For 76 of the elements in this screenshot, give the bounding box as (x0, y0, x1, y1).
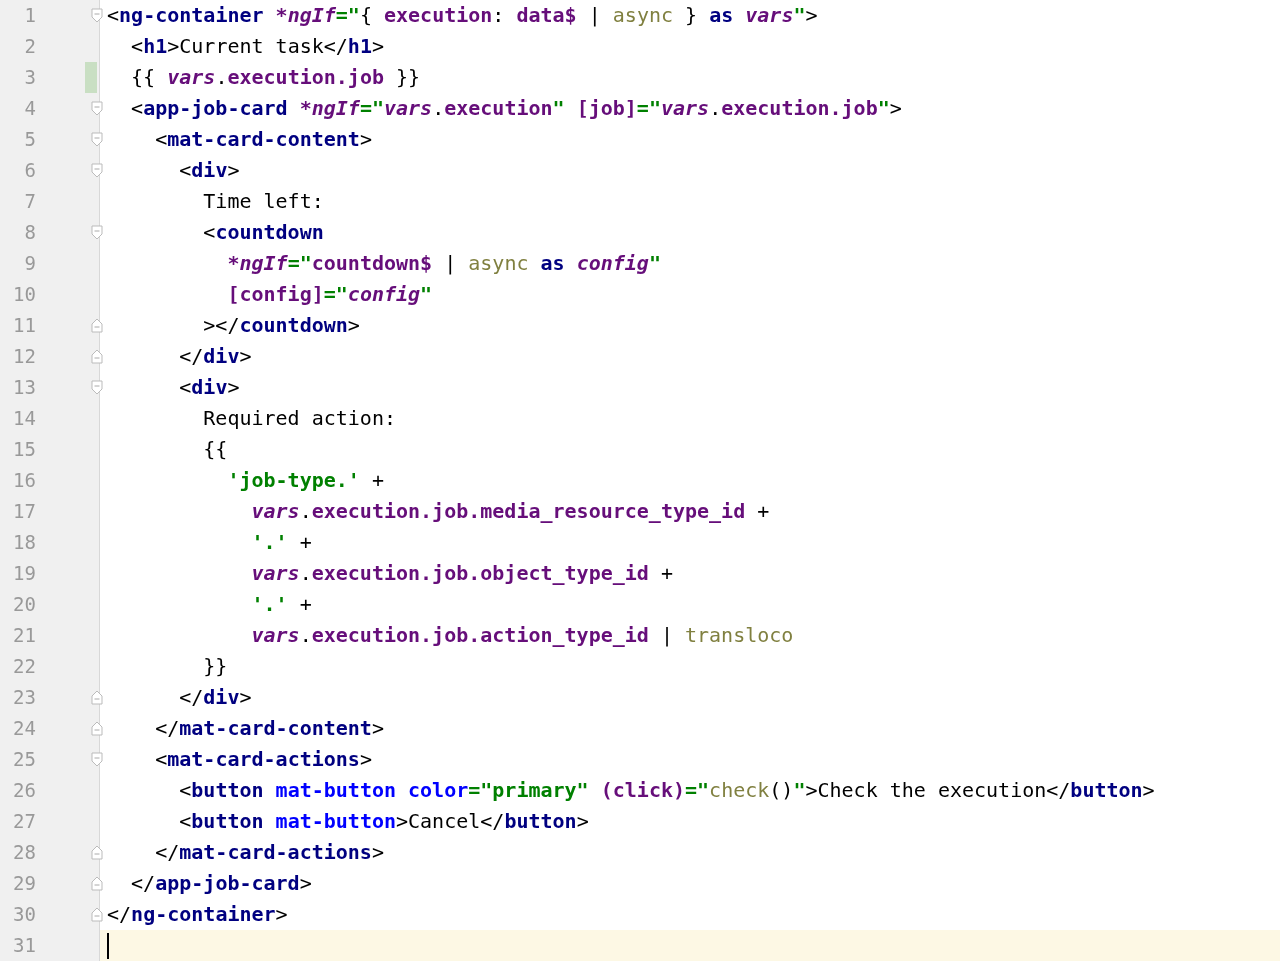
line-number: 28 (12, 840, 36, 865)
line-number: 21 (12, 623, 36, 648)
line-number: 25 (12, 747, 36, 772)
line-number: 19 (12, 561, 36, 586)
fold-marker-icon[interactable] (91, 132, 103, 147)
code-line: <countdown (202, 219, 324, 246)
fold-marker-icon[interactable] (91, 225, 103, 240)
code-line: </div> (178, 684, 252, 711)
line-number: 26 (12, 778, 36, 803)
code-line: <div> (178, 157, 240, 184)
fold-marker-icon[interactable] (91, 907, 103, 922)
line-number: 20 (12, 592, 36, 617)
line-number: 12 (12, 344, 36, 369)
code-line: {{ (202, 436, 228, 463)
code-line: *ngIf="countdown$ | async as config" (226, 250, 661, 277)
line-number: 15 (12, 437, 36, 462)
line-number: 1 (23, 3, 36, 28)
code-line: vars.execution.job.media_resource_type_id + (250, 498, 770, 525)
code-line: <app-job-card *ngIf="vars.execution" [job]="vars.execution.job"> (130, 95, 902, 122)
line-number: 9 (23, 251, 36, 276)
code-line: }} (202, 653, 228, 680)
code-line: <mat-card-content> (154, 126, 372, 153)
line-number: 11 (12, 313, 36, 338)
code-line: <ng-container *ngIf="{ execution: data$ | async } as vars"> (107, 2, 818, 29)
fold-marker-icon[interactable] (91, 8, 103, 23)
fold-marker-icon[interactable] (91, 349, 103, 364)
code-line: </app-job-card> (130, 870, 312, 897)
code-line: 'job-type.' + (226, 467, 384, 494)
code-line: <button mat-button>Cancel</button> (178, 808, 589, 835)
line-number: 3 (23, 65, 36, 90)
line-number: 2 (23, 34, 36, 59)
code-line: </div> (178, 343, 252, 370)
code-line: <mat-card-actions> (154, 746, 372, 773)
fold-marker-icon[interactable] (91, 101, 103, 116)
line-number: 13 (12, 375, 36, 400)
line-number: 14 (12, 406, 36, 431)
line-number: 6 (23, 158, 36, 183)
code-line: </ng-container> (107, 901, 288, 928)
fold-marker-icon[interactable] (91, 690, 103, 705)
line-number: 23 (12, 685, 36, 710)
fold-marker-icon[interactable] (91, 721, 103, 736)
fold-marker-icon[interactable] (91, 845, 103, 860)
fold-marker-icon[interactable] (91, 318, 103, 333)
line-number: 22 (12, 654, 36, 679)
line-number: 30 (12, 902, 36, 927)
text-cursor (107, 932, 109, 959)
line-number: 27 (12, 809, 36, 834)
line-number: 10 (12, 282, 36, 307)
line-number: 4 (23, 96, 36, 121)
line-number: 7 (23, 189, 36, 214)
code-line: </mat-card-content> (154, 715, 384, 742)
fold-marker-icon[interactable] (91, 380, 103, 395)
line-number: 29 (12, 871, 36, 896)
line-number: 5 (23, 127, 36, 152)
code-line: Time left: (202, 188, 324, 215)
code-line: '.' + (250, 591, 312, 618)
code-line: '.' + (250, 529, 312, 556)
code-line: Required action: (202, 405, 396, 432)
code-line: <div> (178, 374, 240, 401)
code-line: ></countdown> (202, 312, 360, 339)
code-line: <h1>Current task</h1> (130, 33, 384, 60)
code-line: vars.execution.job.action_type_id | transloco (250, 622, 794, 649)
line-number: 24 (12, 716, 36, 741)
fold-marker-icon[interactable] (91, 752, 103, 767)
line-number: 31 (12, 933, 36, 958)
code-line: [config]="config" (226, 281, 433, 308)
code-line: <button mat-button color="primary" (click)="check()">Check the execution</button> (178, 777, 1155, 804)
line-number: 18 (12, 530, 36, 555)
line-number: 16 (12, 468, 36, 493)
line-number: 17 (12, 499, 36, 524)
code-line: </mat-card-actions> (154, 839, 384, 866)
line-number: 8 (23, 220, 36, 245)
fold-marker-icon[interactable] (91, 876, 103, 891)
fold-marker-icon[interactable] (91, 163, 103, 178)
code-line: {{ vars.execution.job }} (130, 64, 421, 91)
code-line: vars.execution.job.object_type_id + (250, 560, 673, 587)
